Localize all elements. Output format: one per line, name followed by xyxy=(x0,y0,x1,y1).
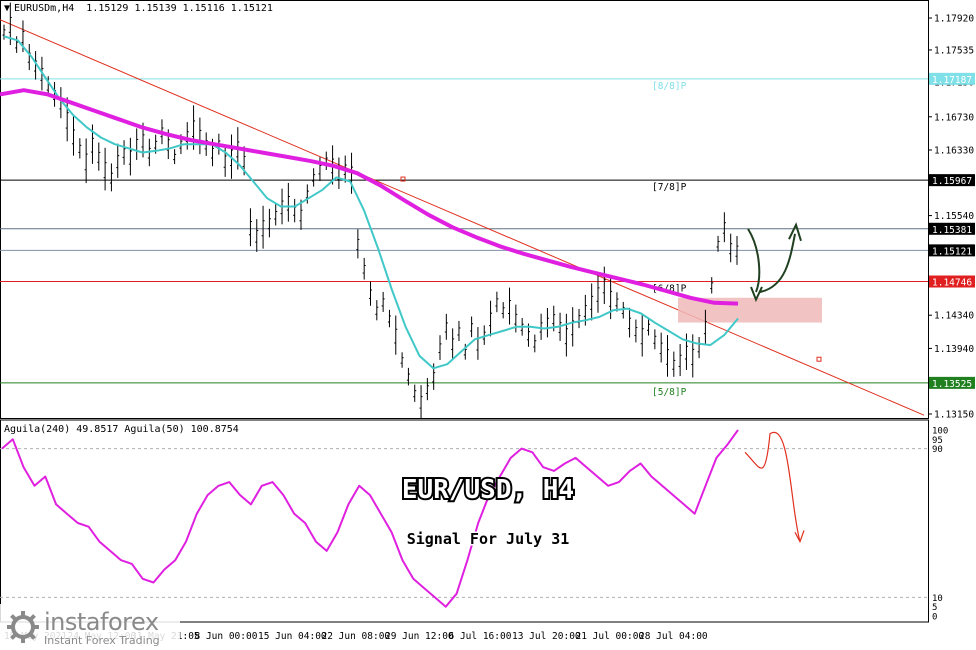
time-tick-label: 15 Jun 04:00 xyxy=(258,631,327,642)
price-tick-label: 1.16730 xyxy=(934,112,974,123)
indicator-header: Aguila(240) 49.8517 Aguila(50) 100.8754 xyxy=(4,424,239,435)
ohlc-values: 1.15129 1.15139 1.15116 1.15121 xyxy=(86,3,273,14)
oscillator-forecast-arrow-head xyxy=(794,530,805,544)
price-tick-label: 1.14340 xyxy=(934,311,974,322)
price-tick-label: 1.15540 xyxy=(934,211,974,222)
level-price-tag-text: 1.13525 xyxy=(932,379,972,390)
collapse-triangle-icon[interactable]: ▼ xyxy=(4,3,10,14)
time-tick-label: 29 Jun 12:00 xyxy=(385,631,454,642)
oscillator-tick-label: 90 xyxy=(932,445,943,455)
price-tick-label: 1.17535 xyxy=(934,45,974,56)
price-tick-label: 1.13940 xyxy=(934,344,974,355)
price-tick-label: 1.17920 xyxy=(934,14,974,25)
time-tick-label: 8 Jun 00:00 xyxy=(195,631,258,642)
level-label: [7/8]P xyxy=(652,182,687,193)
time-tick-label: 28 Jul 04:00 xyxy=(639,631,708,642)
aguila-oscillator-line xyxy=(1,429,739,608)
level-price-tag-text: 1.15121 xyxy=(932,246,972,257)
price-tick-label: 1.13150 xyxy=(934,410,974,421)
logo-name: instaforex xyxy=(44,608,159,636)
price-chart: 1.179201.175351.171501.167301.163301.155… xyxy=(0,0,975,642)
level-price-tag-text: 1.15381 xyxy=(932,225,972,236)
symbol-label: EURUSDm,H4 xyxy=(14,3,75,14)
down-arrow-path xyxy=(747,228,761,293)
overlay-subtitle: Signal For July 31 xyxy=(407,530,570,548)
logo-tagline: Instant Forex Trading xyxy=(44,634,160,647)
time-tick-label: 21 Jul 00:00 xyxy=(576,631,645,642)
oscillator-panel-frame xyxy=(0,419,929,623)
oscillator-forecast-arrow xyxy=(744,431,801,542)
price-tick-label: 1.16330 xyxy=(934,146,974,157)
chart-window: 1.179201.175351.171501.167301.163301.155… xyxy=(0,0,976,650)
level-label: [5/8]P xyxy=(652,387,687,398)
up-arrow-path xyxy=(759,233,796,293)
slow-moving-average xyxy=(0,88,739,306)
chart-header: ▼ EURUSDm,H4 1.15129 1.15139 1.15116 1.15… xyxy=(4,3,273,14)
price-panel-frame xyxy=(0,0,929,419)
instaforex-logo-icon xyxy=(7,611,39,643)
trendline-anchor xyxy=(816,356,822,362)
time-tick-label: 22 Jun 08:00 xyxy=(322,631,391,642)
overlay-title: EUR/USD, H4 xyxy=(402,475,574,505)
time-tick-label: 13 Jul 20:00 xyxy=(512,631,581,642)
level-price-tag-text: 1.14746 xyxy=(932,278,972,289)
level-price-tag-text: 1.15967 xyxy=(932,176,972,187)
level-price-tag-text: 1.17187 xyxy=(932,75,972,86)
oscillator-tick-label: 0 xyxy=(932,613,937,623)
time-tick-label: 6 Jul 16:00 xyxy=(449,631,512,642)
fast-moving-average xyxy=(3,35,739,370)
level-label: [8/8]P xyxy=(652,81,687,92)
